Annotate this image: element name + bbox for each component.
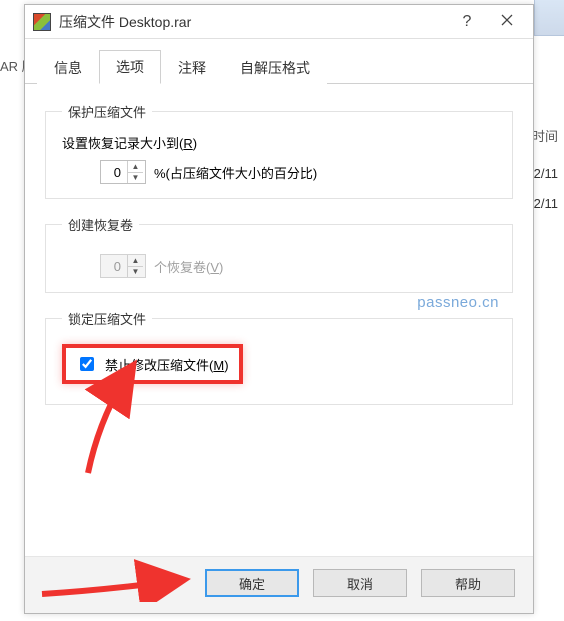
protect-legend: 保护压缩文件 (62, 102, 152, 121)
bg-date-2: 2/11 (534, 196, 558, 211)
help-button[interactable]: ? (447, 7, 487, 37)
lock-legend: 锁定压缩文件 (62, 309, 152, 328)
button-bar: 确定 取消 帮助 (25, 556, 533, 613)
tab-sfx[interactable]: 自解压格式 (223, 51, 327, 84)
winrar-icon (33, 13, 51, 31)
lock-highlight-box: 禁止修改压缩文件(M) (62, 344, 243, 384)
recovery-size-suffix: %(占压缩文件大小的百分比) (154, 163, 317, 182)
recovery-volume-suffix: 个恢复卷(V) (154, 257, 223, 276)
chevron-up-icon[interactable]: ▲ (127, 161, 143, 172)
recovery-volume-legend: 创建恢复卷 (62, 215, 139, 234)
chevron-down-icon[interactable]: ▼ (127, 172, 143, 184)
recovery-volume-group: 创建恢复卷 0 ▲ ▼ 个恢复卷(V) (45, 215, 513, 293)
lock-group: 锁定压缩文件 禁止修改压缩文件(M) (45, 309, 513, 405)
tab-info[interactable]: 信息 (37, 51, 99, 84)
tab-content: 保护压缩文件 设置恢复记录大小到(R) 0 ▲ ▼ %(占压缩文件大小的百分比)… (25, 84, 533, 556)
archive-options-dialog: 压缩文件 Desktop.rar ? 信息 选项 注释 自解压格式 保护压缩文件… (24, 4, 534, 614)
tab-comment[interactable]: 注释 (161, 51, 223, 84)
lock-archive-checkbox[interactable] (80, 357, 94, 371)
help-button-bottom[interactable]: 帮助 (421, 569, 515, 597)
title-bar: 压缩文件 Desktop.rar ? (25, 5, 533, 39)
recovery-volume-spinner: 0 ▲ ▼ (100, 254, 146, 278)
tab-options[interactable]: 选项 (99, 50, 161, 84)
lock-archive-label: 禁止修改压缩文件(M) (105, 355, 229, 374)
tab-row: 信息 选项 注释 自解压格式 (25, 39, 533, 84)
recovery-size-spinner[interactable]: 0 ▲ ▼ (100, 160, 146, 184)
background-corner (534, 0, 564, 36)
close-icon (501, 13, 513, 31)
recovery-size-value: 0 (101, 165, 127, 180)
cancel-button[interactable]: 取消 (313, 569, 407, 597)
spinner-buttons[interactable]: ▲ ▼ (127, 161, 143, 183)
close-button[interactable] (487, 7, 527, 37)
watermark: passneo.cn (417, 294, 499, 311)
ok-button[interactable]: 确定 (205, 569, 299, 597)
recovery-size-label: 设置恢复记录大小到(R) (62, 133, 496, 152)
protect-group: 保护压缩文件 设置恢复记录大小到(R) 0 ▲ ▼ %(占压缩文件大小的百分比) (45, 102, 513, 199)
spinner-buttons-disabled: ▲ ▼ (127, 255, 143, 277)
bg-header-time: 时间 (532, 126, 558, 145)
help-icon: ? (463, 13, 472, 31)
bg-date-1: 2/11 (534, 166, 558, 181)
chevron-up-icon: ▲ (127, 255, 143, 266)
recovery-volume-value: 0 (101, 259, 127, 274)
chevron-down-icon: ▼ (127, 266, 143, 278)
window-title: 压缩文件 Desktop.rar (59, 12, 447, 32)
